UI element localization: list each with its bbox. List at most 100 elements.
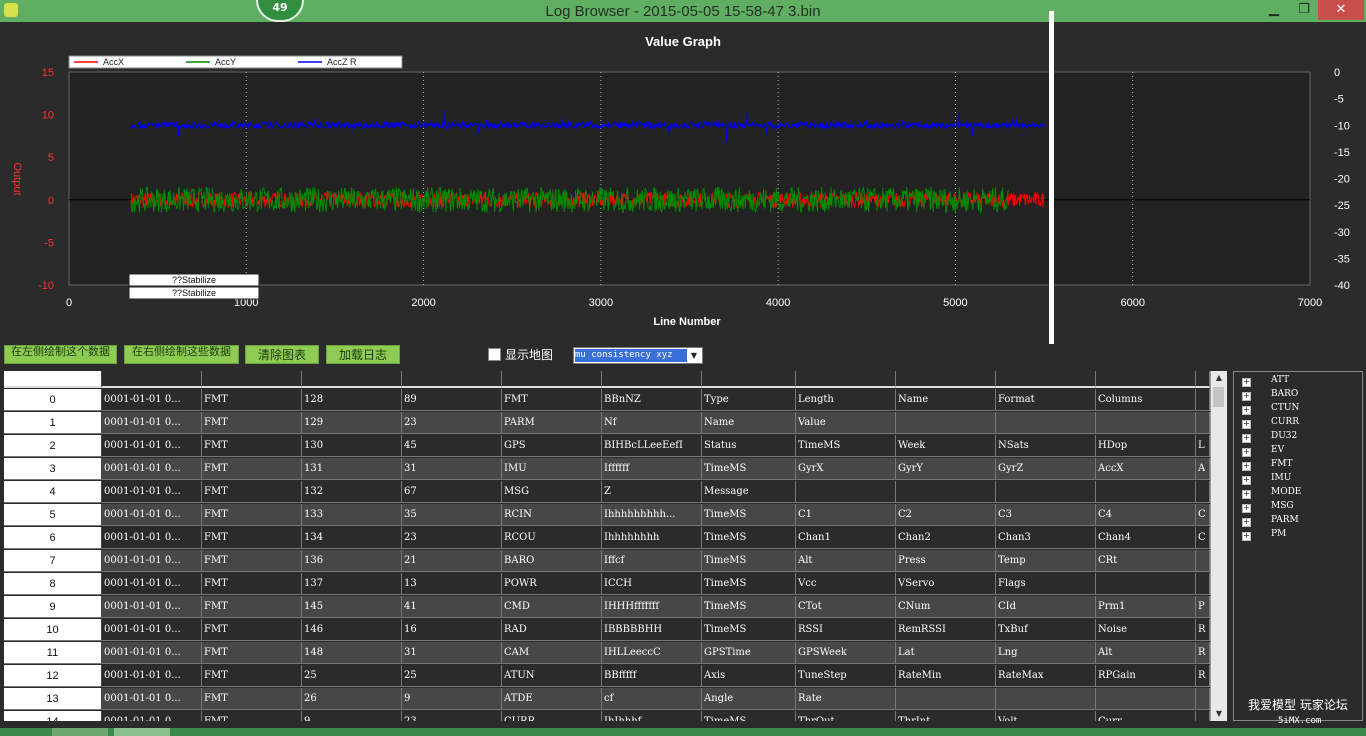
table-row[interactable]: 13 0001-01-01 0... FMT 26 9 ATDE cf Angle Rate xyxy=(4,688,1210,711)
table-cell[interactable]: Press xyxy=(896,550,996,572)
table-cell[interactable]: A xyxy=(1196,458,1210,480)
table-cell[interactable] xyxy=(1196,481,1210,503)
table-cell[interactable]: BIHBcLLeeEefI xyxy=(602,435,702,457)
expand-icon[interactable]: + xyxy=(1242,434,1251,443)
table-cell[interactable] xyxy=(1196,573,1210,595)
table-cell[interactable]: Ihhhhhhhh xyxy=(602,527,702,549)
log-data-grid[interactable]: 0 0001-01-01 0... FMT 128 89 FMT BBnNZ Type Leng… xyxy=(4,371,1210,721)
table-cell[interactable] xyxy=(702,371,796,388)
table-cell[interactable] xyxy=(1196,688,1210,710)
table-cell[interactable]: 137 xyxy=(302,573,402,595)
table-cell[interactable]: Columns xyxy=(1096,389,1196,411)
table-cell[interactable]: 0001-01-01 0... xyxy=(102,642,202,664)
table-cell[interactable]: 35 xyxy=(402,504,502,526)
table-cell[interactable]: TxBuf xyxy=(996,619,1096,641)
show-map-checkbox[interactable] xyxy=(488,348,501,361)
table-cell[interactable]: Lng xyxy=(996,642,1096,664)
expand-icon[interactable]: + xyxy=(1242,462,1251,471)
table-cell[interactable]: Alt xyxy=(796,550,896,572)
clear-graph-button[interactable]: 清除图表 xyxy=(245,345,319,364)
table-cell[interactable]: 67 xyxy=(402,481,502,503)
table-cell[interactable]: C xyxy=(1196,504,1210,526)
table-cell[interactable]: Iffffff xyxy=(602,458,702,480)
table-cell[interactable]: Chan1 xyxy=(796,527,896,549)
table-cell[interactable]: Message xyxy=(702,481,796,503)
table-cell[interactable]: 129 xyxy=(302,412,402,434)
table-cell[interactable]: MSG xyxy=(502,481,602,503)
table-cell[interactable]: 0001-01-01 0... xyxy=(102,711,202,721)
table-cell[interactable]: VServo xyxy=(896,573,996,595)
table-cell[interactable]: Flags xyxy=(996,573,1096,595)
row-index-cell[interactable]: 4 xyxy=(4,481,102,503)
table-cell[interactable] xyxy=(102,371,202,388)
table-cell[interactable]: P xyxy=(1196,596,1210,618)
table-cell[interactable]: FMT xyxy=(202,481,302,503)
taskbar-app-icon[interactable] xyxy=(114,728,170,736)
table-cell[interactable] xyxy=(896,481,996,503)
row-index-cell[interactable]: 3 xyxy=(4,458,102,480)
table-cell[interactable] xyxy=(1096,573,1196,595)
table-cell[interactable]: FMT xyxy=(202,642,302,664)
table-cell[interactable]: 131 xyxy=(302,458,402,480)
table-cell[interactable]: Value xyxy=(796,412,896,434)
table-cell[interactable] xyxy=(1096,688,1196,710)
table-cell[interactable]: Alt xyxy=(1096,642,1196,664)
table-cell[interactable]: IHHHfffffff xyxy=(602,596,702,618)
value-graph-chart[interactable]: 151050-5-100-5-10-15-20-25-30-35-400 1000… xyxy=(0,22,1366,336)
row-index-cell[interactable] xyxy=(4,371,102,388)
table-cell[interactable]: NSats xyxy=(996,435,1096,457)
table-cell[interactable] xyxy=(1196,412,1210,434)
table-cell[interactable]: 0001-01-01 0... xyxy=(102,458,202,480)
table-cell[interactable]: 0001-01-01 0... xyxy=(102,596,202,618)
table-cell[interactable]: 0001-01-01 0... xyxy=(102,504,202,526)
table-cell[interactable]: Type xyxy=(702,389,796,411)
table-cell[interactable]: FMT xyxy=(202,550,302,572)
table-cell[interactable]: IhIhhhf xyxy=(602,711,702,721)
table-cell[interactable]: TimeMS xyxy=(702,527,796,549)
table-cell[interactable]: RCIN xyxy=(502,504,602,526)
expand-icon[interactable]: + xyxy=(1242,518,1251,527)
table-row[interactable]: 8 0001-01-01 0... FMT 137 13 POWR ICCH TimeMS Vc… xyxy=(4,573,1210,596)
table-row[interactable]: 6 0001-01-01 0... FMT 134 23 RCOU Ihhhhhhhh Tim… xyxy=(4,527,1210,550)
row-index-cell[interactable]: 6 xyxy=(4,527,102,549)
minimize-button[interactable]: ▁ xyxy=(1260,0,1288,20)
table-cell[interactable]: RateMin xyxy=(896,665,996,687)
table-cell[interactable]: FMT xyxy=(202,412,302,434)
table-cell[interactable]: TimeMS xyxy=(702,504,796,526)
table-cell[interactable]: CRt xyxy=(1096,550,1196,572)
table-cell[interactable]: Vcc xyxy=(796,573,896,595)
table-cell[interactable] xyxy=(996,688,1096,710)
table-row[interactable]: 140001-01-01 0...FMT923CURRIhIhhhfTimeMS… xyxy=(4,711,1210,721)
expand-icon[interactable]: + xyxy=(1242,476,1251,485)
table-cell[interactable]: Rate xyxy=(796,688,896,710)
table-cell[interactable]: 145 xyxy=(302,596,402,618)
table-cell[interactable] xyxy=(302,371,402,388)
chevron-down-icon[interactable]: ▼ xyxy=(687,349,701,362)
table-cell[interactable]: TimeMS xyxy=(702,596,796,618)
table-cell[interactable] xyxy=(1196,711,1210,721)
table-cell[interactable]: CAM xyxy=(502,642,602,664)
scroll-down-icon[interactable]: ▼ xyxy=(1211,707,1227,721)
row-index-cell[interactable]: 9 xyxy=(4,596,102,618)
table-cell[interactable]: C xyxy=(1196,527,1210,549)
table-cell[interactable] xyxy=(1196,371,1210,388)
close-button[interactable]: ✕ xyxy=(1318,0,1364,20)
table-row[interactable]: 10 0001-01-01 0... FMT 146 16 RAD IBBBBBHH Time… xyxy=(4,619,1210,642)
table-cell[interactable]: FMT xyxy=(202,458,302,480)
table-cell[interactable]: cf xyxy=(602,688,702,710)
table-cell[interactable]: 23 xyxy=(402,527,502,549)
table-row[interactable]: 11 0001-01-01 0... FMT 148 31 CAM IHLLeeccC GPS… xyxy=(4,642,1210,665)
table-cell[interactable]: 0001-01-01 0... xyxy=(102,619,202,641)
table-cell[interactable]: 25 xyxy=(302,665,402,687)
table-cell[interactable]: Angle xyxy=(702,688,796,710)
table-cell[interactable]: Name xyxy=(702,412,796,434)
scroll-up-icon[interactable]: ▲ xyxy=(1211,371,1227,385)
table-cell[interactable]: TimeMS xyxy=(702,619,796,641)
table-cell[interactable]: 0001-01-01 0... xyxy=(102,665,202,687)
table-cell[interactable]: 9 xyxy=(402,688,502,710)
row-index-cell[interactable]: 7 xyxy=(4,550,102,572)
table-cell[interactable]: ThrInt xyxy=(896,711,996,721)
table-cell[interactable]: ICCH xyxy=(602,573,702,595)
expand-icon[interactable]: + xyxy=(1242,392,1251,401)
row-index-cell[interactable]: 0 xyxy=(4,389,102,411)
